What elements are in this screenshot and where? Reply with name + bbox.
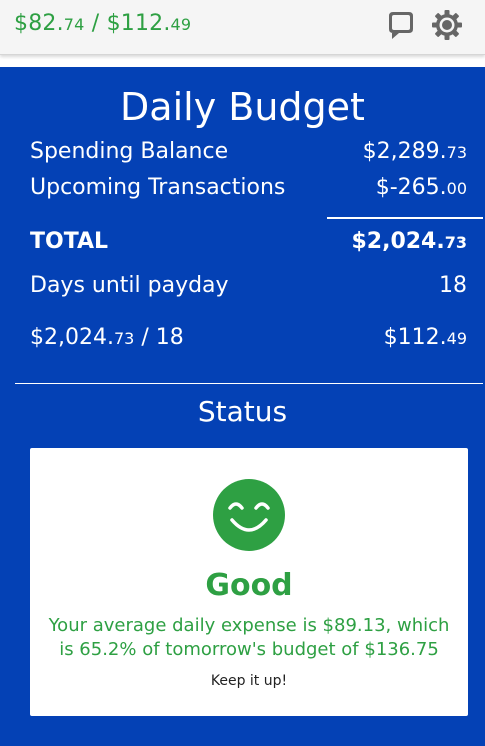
total-label: TOTAL — [30, 229, 109, 254]
status-card: Good Your average daily expense is $89.1… — [30, 448, 468, 716]
section-divider — [15, 383, 483, 384]
gear-icon — [432, 10, 462, 40]
spending-balance-row: Spending Balance $2,289.73 — [30, 139, 467, 164]
upcoming-transactions-row[interactable]: Upcoming Transactions $-265.00 — [30, 175, 467, 200]
spending-balance-main: $2,289. — [362, 139, 447, 164]
spent-vs-budget-summary: $82.74 / $112.49 — [14, 11, 191, 36]
total-value: $2,024.73 — [351, 229, 467, 254]
total-main: $2,024. — [351, 229, 445, 254]
upcoming-transactions-label: Upcoming Transactions — [30, 175, 286, 200]
daily-budget-amount-cents: 49 — [170, 15, 192, 34]
upcoming-cents: 00 — [446, 179, 467, 198]
settings-button[interactable] — [431, 9, 463, 41]
daily-budget-panel: Daily Budget Spending Balance $2,289.73 … — [0, 67, 485, 746]
smiling-face-icon — [213, 479, 285, 551]
status-heading: Status — [197, 395, 288, 428]
calc-main: $2,024. — [30, 325, 114, 350]
chat-button[interactable] — [385, 9, 417, 41]
chat-bubble-icon — [389, 12, 413, 39]
spent-amount-cents: 74 — [63, 15, 85, 34]
top-bar: $82.74 / $112.49 — [0, 0, 485, 55]
status-rating: Good — [205, 568, 293, 603]
calc-divisor: / 18 — [134, 325, 184, 350]
upcoming-transactions-value: $-265.00 — [376, 175, 467, 200]
days-until-payday-label: Days until payday — [30, 273, 229, 298]
spending-balance-cents: 73 — [446, 143, 467, 162]
days-until-payday-value: 18 — [439, 273, 467, 298]
summary-separator: / — [84, 11, 107, 36]
daily-cents: 49 — [446, 329, 467, 348]
status-description: Your average daily expense is $89.13, wh… — [48, 615, 450, 660]
daily-calculation-row: $2,024.73 / 18 $112.49 — [30, 325, 467, 350]
daily-calculation-formula: $2,024.73 / 18 — [30, 325, 184, 350]
days-until-payday-row[interactable]: Days until payday 18 — [30, 273, 467, 298]
daily-main: $112. — [383, 325, 447, 350]
page-title: Daily Budget — [120, 85, 365, 129]
upcoming-main: $-265. — [375, 175, 447, 200]
daily-budget-value: $112.49 — [384, 325, 467, 350]
spending-balance-label: Spending Balance — [30, 139, 229, 164]
spending-balance-value: $2,289.73 — [363, 139, 467, 164]
calc-cents: 73 — [113, 329, 135, 348]
total-row: TOTAL $2,024.73 — [30, 229, 467, 254]
total-cents: 73 — [444, 233, 467, 252]
daily-budget-amount-main: $112. — [106, 11, 171, 36]
spent-amount-main: $82. — [14, 11, 64, 36]
encouragement-text: Keep it up! — [210, 673, 288, 689]
sum-divider — [327, 217, 483, 219]
